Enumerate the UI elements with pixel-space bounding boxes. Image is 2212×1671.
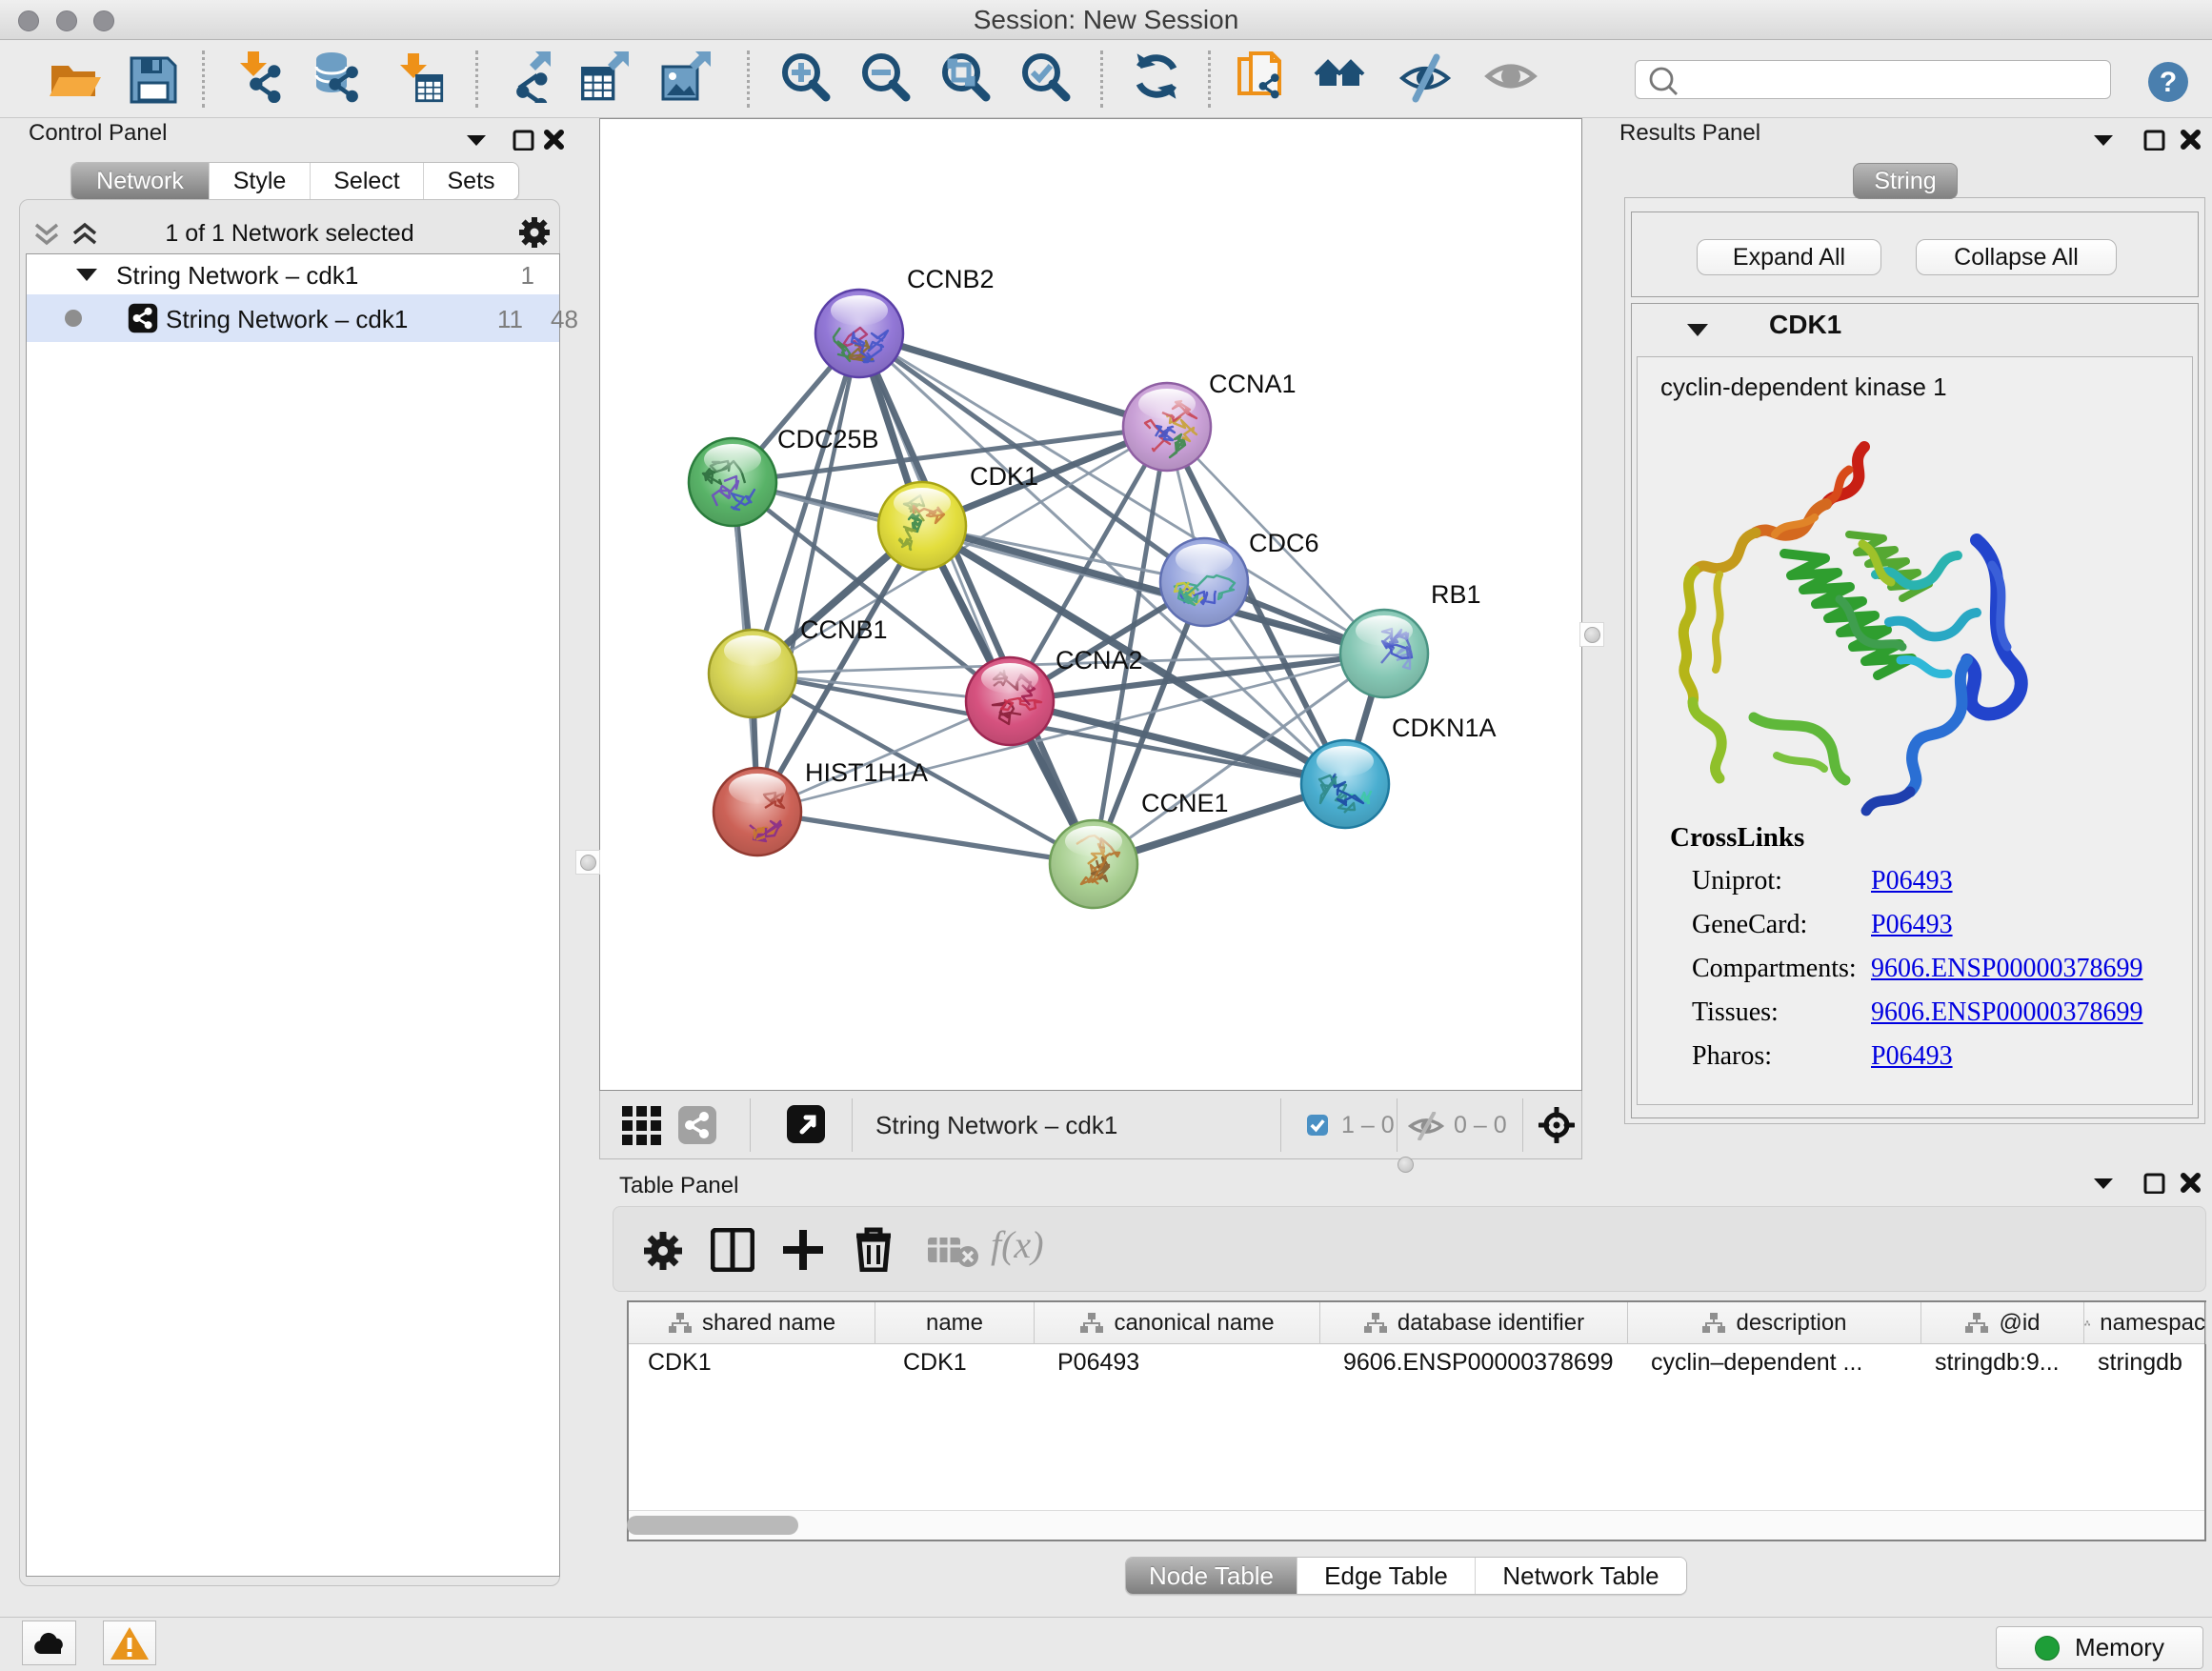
svg-text:1 of 1 Network selected: 1 of 1 Network selected [165, 220, 413, 247]
svg-text:CCNB2: CCNB2 [907, 265, 995, 293]
svg-text:HIST1H1A: HIST1H1A [805, 758, 928, 787]
svg-text:CDC6: CDC6 [1249, 529, 1319, 557]
svg-text:CCNA1: CCNA1 [1209, 370, 1297, 398]
svg-text:CDK1: CDK1 [970, 462, 1038, 491]
svg-text:CDC25B: CDC25B [777, 425, 879, 453]
svg-text:CCNB1: CCNB1 [800, 615, 888, 644]
svg-text:CDKN1A: CDKN1A [1392, 714, 1497, 742]
svg-text:CCNA2: CCNA2 [1056, 646, 1143, 674]
svg-text:CCNE1: CCNE1 [1141, 789, 1229, 817]
svg-text:?: ? [2160, 67, 2177, 98]
svg-text:RB1: RB1 [1431, 580, 1481, 609]
